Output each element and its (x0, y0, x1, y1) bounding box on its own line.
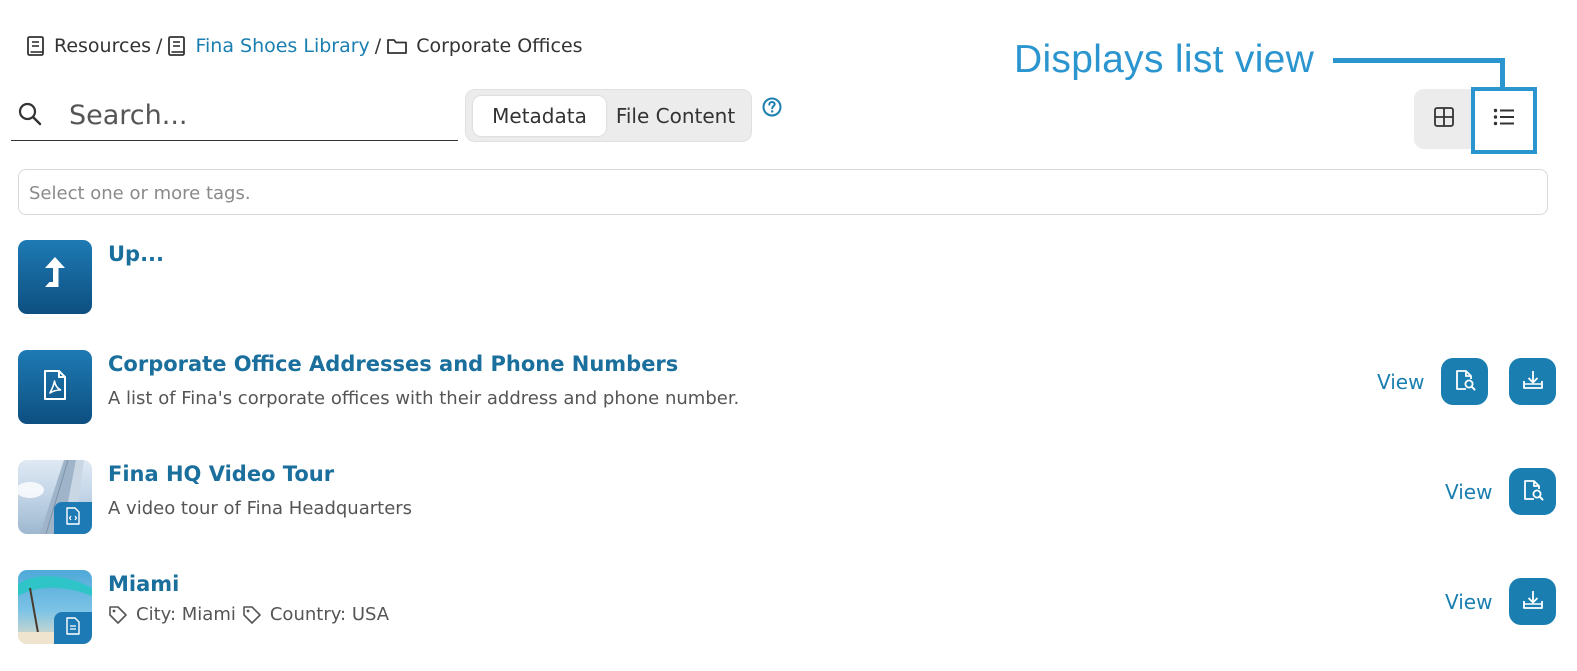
annotation-connector-drop (1500, 58, 1505, 90)
preview-button[interactable] (1509, 468, 1556, 515)
preview-button[interactable] (1441, 358, 1488, 405)
download-icon (1521, 368, 1545, 396)
file-search-icon (1521, 478, 1545, 506)
tag-label: City: Miami (136, 604, 236, 625)
breadcrumb-resources[interactable]: Resources (54, 35, 151, 57)
list-item-thumbnail[interactable] (18, 350, 92, 424)
tag-chip: City: Miami (108, 604, 236, 625)
grid-view-button[interactable] (1414, 89, 1474, 149)
file-search-icon (1453, 368, 1477, 396)
folder-icon (386, 36, 408, 56)
breadcrumb-separator: / (156, 35, 163, 57)
code-file-icon (65, 507, 81, 529)
tag-label: Country: USA (269, 604, 390, 625)
pdf-icon (42, 369, 68, 405)
tags-input[interactable] (27, 177, 1531, 209)
book-icon (167, 35, 187, 57)
annotation-connector (1333, 58, 1505, 63)
search-icon (17, 101, 43, 131)
help-icon[interactable] (762, 97, 782, 121)
list-item-description: A video tour of Fina Headquarters (108, 498, 413, 519)
download-icon (1521, 588, 1545, 616)
list-item-title[interactable]: Fina HQ Video Tour (108, 462, 334, 486)
file-type-badge (54, 502, 92, 534)
grid-icon (1433, 106, 1455, 132)
breadcrumb-library-link[interactable]: Fina Shoes Library (195, 35, 369, 57)
book-icon (26, 35, 46, 57)
up-arrow-icon (40, 255, 70, 299)
list-item-thumbnail[interactable] (18, 460, 92, 534)
tag-chip: Country: USA (242, 604, 389, 625)
breadcrumb: Resources / Fina Shoes Library / Corpora… (26, 33, 583, 59)
list-item-thumbnail[interactable] (18, 570, 92, 644)
tag-list: City: Miami Country: USA (108, 604, 395, 625)
download-button[interactable] (1509, 578, 1556, 625)
search-mode-toggle: Metadata File Content (465, 89, 752, 142)
tab-metadata[interactable]: Metadata (473, 96, 606, 136)
list-item-title[interactable]: Miami (108, 572, 179, 596)
tag-selector (18, 169, 1548, 215)
view-link[interactable]: View (1377, 370, 1424, 394)
view-link[interactable]: View (1445, 480, 1492, 504)
document-icon (65, 617, 81, 639)
view-link[interactable]: View (1445, 590, 1492, 614)
search-input[interactable] (67, 94, 451, 136)
list-item-description: A list of Fina's corporate offices with … (108, 388, 740, 409)
list-item-title[interactable]: Corporate Office Addresses and Phone Num… (108, 352, 678, 376)
up-thumbnail[interactable] (18, 240, 92, 314)
tab-file-content[interactable]: File Content (608, 96, 743, 136)
breadcrumb-separator: / (374, 35, 382, 57)
tag-icon (243, 605, 261, 624)
breadcrumb-current: Corporate Offices (416, 35, 583, 57)
annotation-label: Displays list view (1014, 38, 1315, 81)
file-type-badge (54, 612, 92, 644)
up-link[interactable]: Up... (108, 242, 164, 266)
download-button[interactable] (1509, 358, 1556, 405)
tag-icon (109, 605, 127, 624)
search-box (11, 88, 458, 141)
annotation-highlight-box (1471, 87, 1537, 154)
